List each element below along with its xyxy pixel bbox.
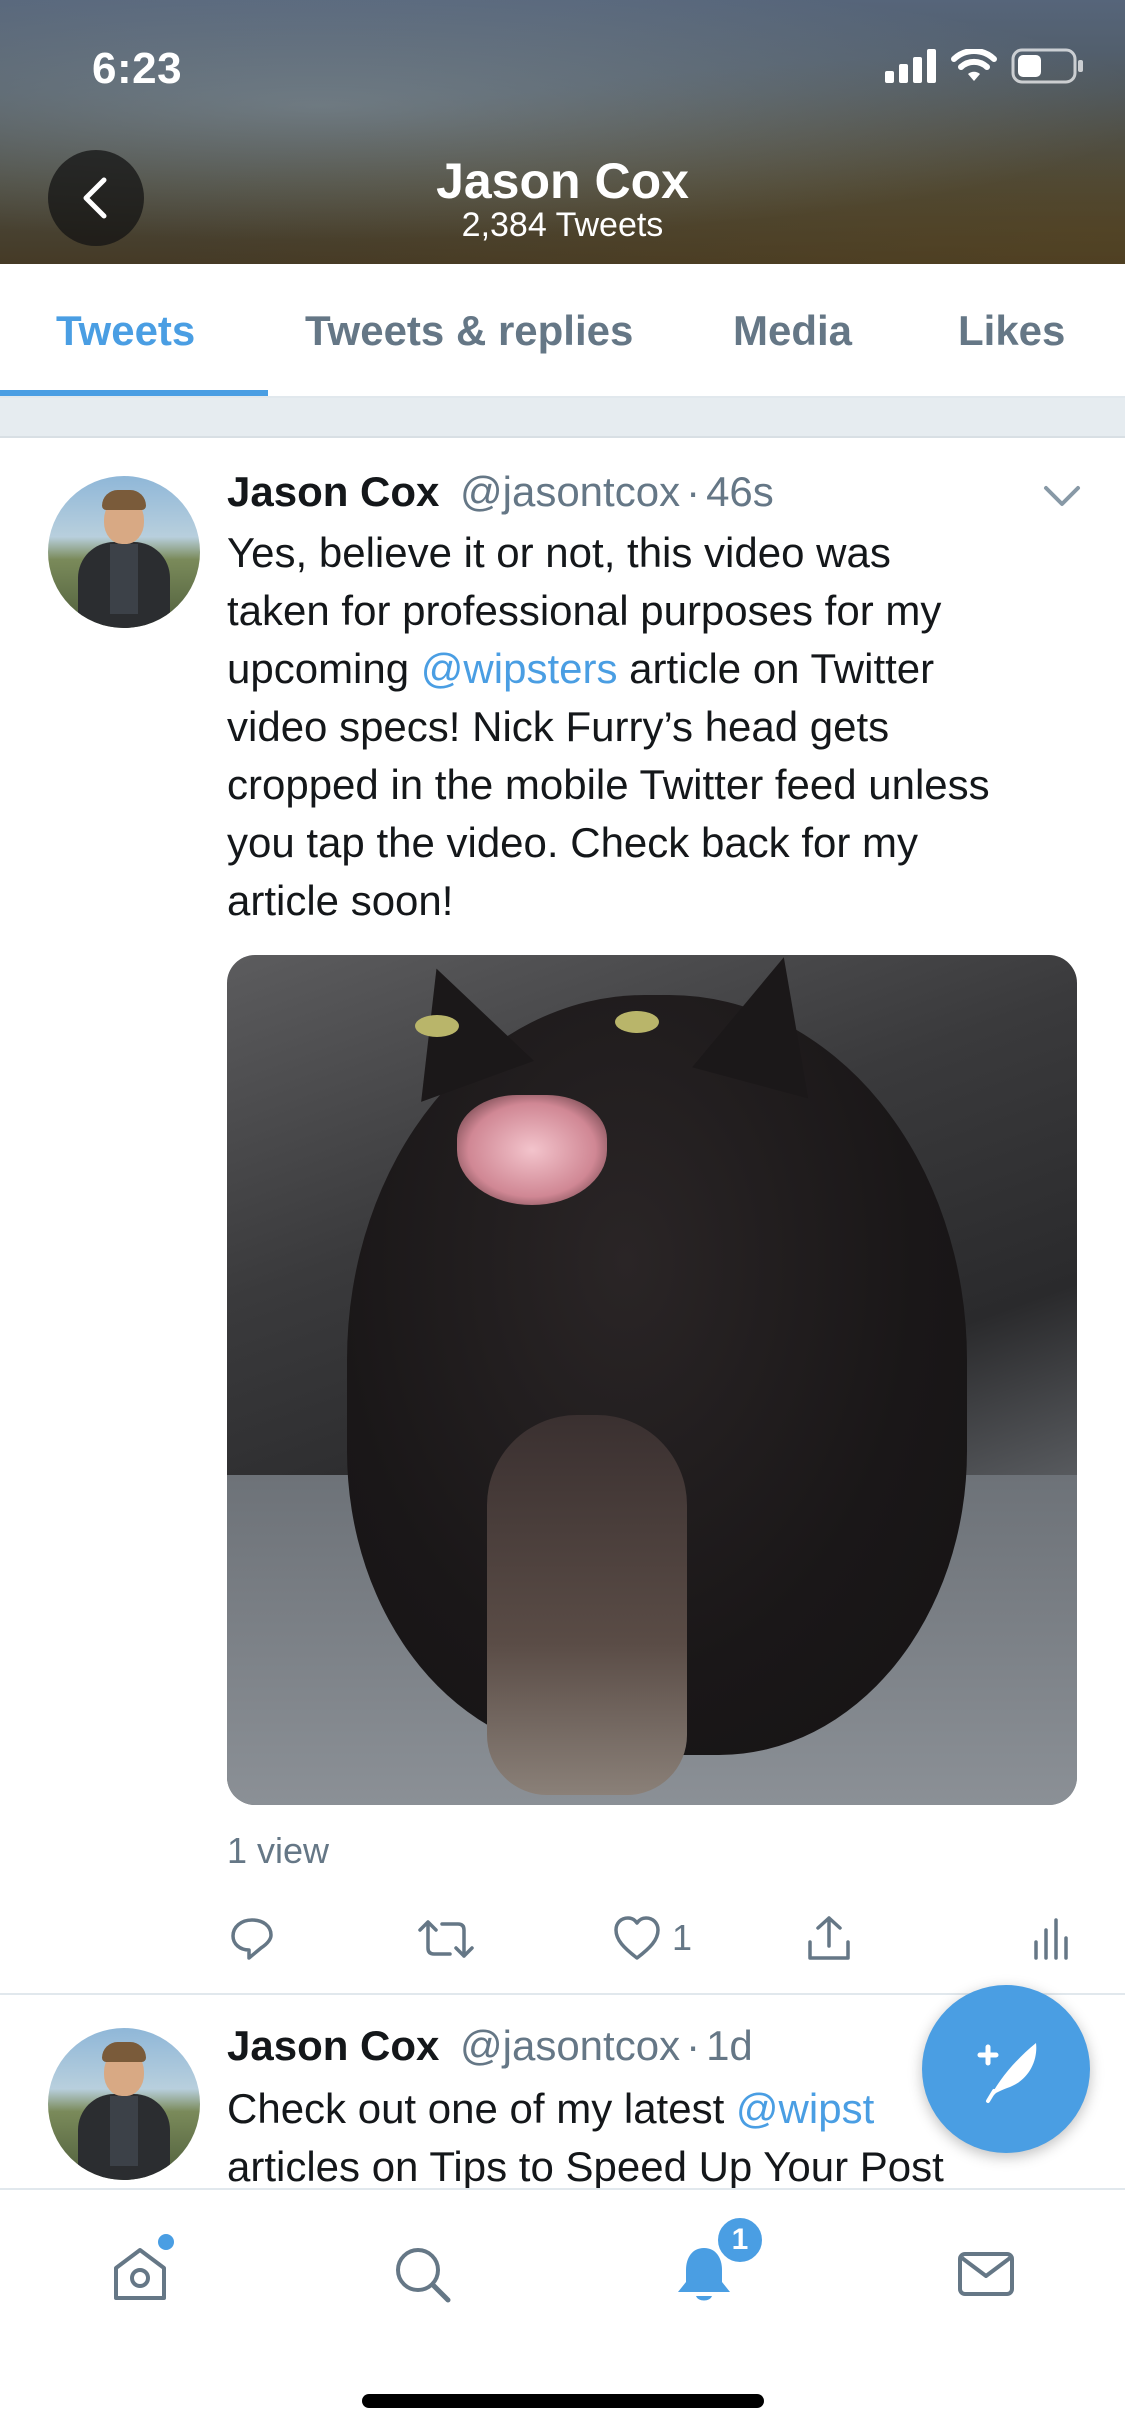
home-indicator — [362, 2394, 764, 2408]
new-tweets-dot — [158, 2234, 174, 2250]
tweet-actions: 1 — [0, 1900, 1125, 1980]
like-count: 1 — [672, 1917, 693, 1958]
battery-icon — [1011, 48, 1085, 89]
profile-name: Jason Cox — [436, 153, 689, 209]
nav-home[interactable] — [100, 2234, 180, 2314]
view-count: 1 view — [227, 1830, 330, 1871]
compose-feather-icon — [977, 2043, 1037, 2103]
analytics-icon — [1034, 1918, 1068, 1960]
meta-separator: · — [686, 468, 701, 515]
tweet-text: Check out one of my latest @wipst articl… — [227, 2080, 944, 2196]
section-divider — [0, 398, 1125, 438]
tab-tweets-and-replies[interactable]: Tweets & replies — [305, 264, 633, 398]
tweet-handle[interactable]: @jasontcox — [460, 2022, 680, 2069]
reply-icon — [231, 1918, 273, 1960]
tweet-text-line: video specs! Nick Furry’s head gets — [227, 703, 890, 750]
tweet-time: 46s — [706, 468, 774, 515]
notification-badge: 1 — [714, 2214, 766, 2266]
like-button[interactable]: 1 — [612, 1914, 692, 1962]
tweet-author[interactable]: Jason Cox — [227, 2022, 439, 2070]
signal-icon — [885, 49, 937, 88]
mail-icon — [958, 2252, 1014, 2296]
profile-header: 6:23 Jason Cox 2,384 Tweets — [0, 0, 1125, 264]
avatar[interactable] — [48, 2028, 200, 2180]
wifi-icon — [951, 48, 997, 88]
tweet-text-line: upcoming @wipsters article on Twitter — [227, 640, 1097, 698]
avatar[interactable] — [48, 476, 200, 628]
profile-tabs: Tweets Tweets & replies Media Likes — [0, 264, 1125, 398]
mention-link[interactable]: @wipsters — [421, 645, 618, 692]
tweet-time: 1d — [706, 2022, 753, 2069]
meta-separator: · — [686, 2022, 701, 2069]
compose-tweet-button[interactable] — [922, 1985, 1090, 2153]
text-fragment: article on Twitter — [617, 645, 935, 692]
status-icons — [885, 48, 1085, 89]
tweet-text-line: taken for professional purposes for my — [227, 587, 942, 634]
tweet-meta: @jasontcox · 46s — [460, 468, 774, 516]
mention-link[interactable]: @wipst — [736, 2085, 874, 2132]
heart-icon — [614, 1916, 660, 1960]
tweet-handle[interactable]: @jasontcox — [460, 468, 680, 515]
analytics-button[interactable] — [1030, 1914, 1070, 1964]
tweet-count: 2,384 Tweets — [461, 206, 664, 244]
tweet-text-line: Yes, believe it or not, this video was — [227, 529, 891, 576]
retweet-button[interactable] — [418, 1914, 474, 1964]
chevron-down-icon[interactable] — [1040, 474, 1084, 523]
search-icon — [396, 2248, 451, 2303]
nav-notifications[interactable]: 1 — [664, 2214, 766, 2314]
text-fragment: Check out one of my latest — [227, 2085, 736, 2132]
tweet-text-line: article soon! — [227, 877, 454, 924]
tweet-separator — [0, 1993, 1125, 1995]
tab-likes[interactable]: Likes — [958, 264, 1065, 398]
tab-tweets[interactable]: Tweets — [56, 264, 195, 398]
tweet-text-line: Check out one of my latest @wipst — [227, 2080, 944, 2138]
active-tab-indicator — [0, 390, 268, 396]
tweet-author[interactable]: Jason Cox — [227, 468, 439, 516]
text-fragment: upcoming — [227, 645, 421, 692]
nav-messages[interactable] — [946, 2234, 1026, 2314]
tab-media[interactable]: Media — [733, 264, 852, 398]
retweet-icon — [418, 1920, 474, 1958]
tweet-text-line: cropped in the mobile Twitter feed unles… — [227, 761, 990, 808]
tweet-meta: @jasontcox · 1d — [460, 2022, 753, 2070]
reply-button[interactable] — [227, 1914, 277, 1964]
share-button[interactable] — [804, 1914, 854, 1964]
tweet-text-line: you tap the video. Check back for my — [227, 819, 919, 866]
nav-search[interactable] — [382, 2234, 462, 2314]
home-icon — [114, 2248, 166, 2300]
status-time: 6:23 — [92, 44, 183, 93]
tweet-video[interactable] — [227, 955, 1077, 1805]
tweet-text: Yes, believe it or not, this video was t… — [227, 524, 1097, 930]
share-icon — [808, 1916, 850, 1960]
